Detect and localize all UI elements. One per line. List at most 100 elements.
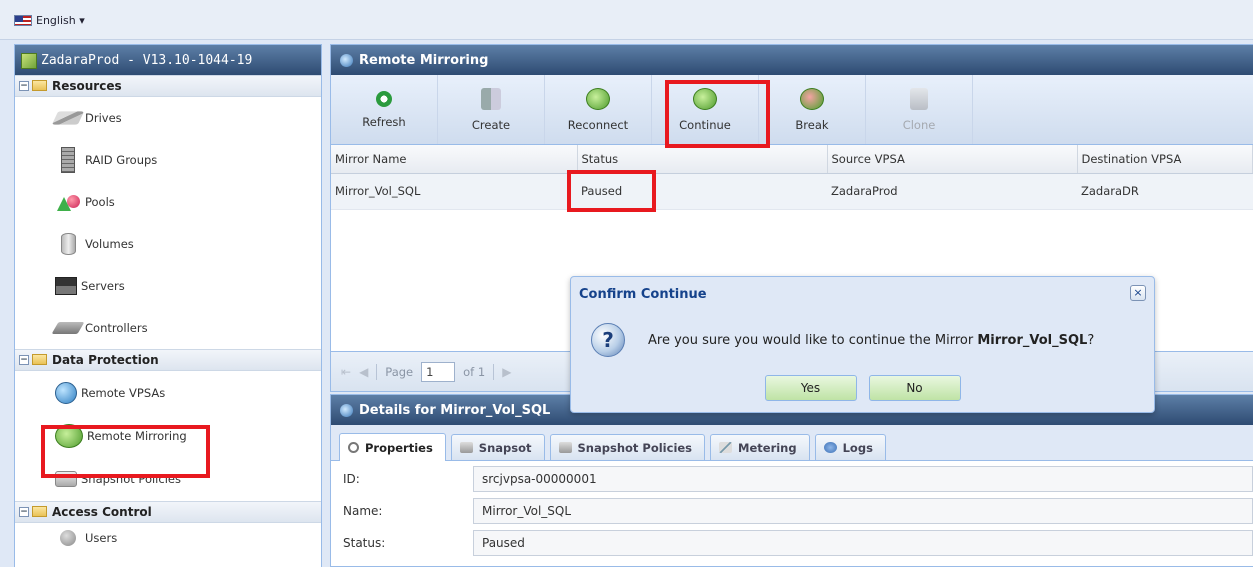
language-bar: English ▾ bbox=[0, 0, 1253, 40]
collapse-icon[interactable]: − bbox=[19, 355, 29, 365]
volume-icon bbox=[61, 233, 76, 255]
pools-icon bbox=[55, 191, 81, 213]
clone-button: Clone bbox=[866, 75, 973, 144]
server-icon bbox=[55, 277, 77, 295]
confirm-dialog: Confirm Continue × ? Are you sure you wo… bbox=[570, 276, 1155, 413]
no-button[interactable]: No bbox=[868, 375, 961, 401]
section-resources[interactable]: − Resources bbox=[15, 75, 321, 97]
divider bbox=[493, 363, 495, 380]
page-count: of 1 bbox=[463, 364, 486, 379]
collapse-icon[interactable]: − bbox=[19, 507, 29, 517]
column-header-mirror-name[interactable]: Mirror Name bbox=[331, 145, 578, 174]
refresh-icon bbox=[376, 90, 392, 107]
table-row[interactable]: Mirror_Vol_SQL Paused ZadaraProd ZadaraD… bbox=[331, 173, 1253, 210]
dialog-buttons: Yes No bbox=[571, 375, 1154, 401]
mirror-icon bbox=[55, 424, 83, 448]
collapse-icon[interactable]: − bbox=[19, 81, 29, 91]
tab-snapshot-policies[interactable]: Snapshot Policies bbox=[549, 434, 706, 460]
tab-label: Snapshot Policies bbox=[577, 440, 693, 455]
camera-icon bbox=[55, 471, 77, 487]
sidebar-item-label: Snapshot Policies bbox=[81, 472, 181, 486]
language-selector[interactable]: English ▾ bbox=[14, 14, 85, 27]
details-panel: Details for Mirror_Vol_SQL Properties Sn… bbox=[330, 394, 1253, 567]
break-button[interactable]: Break bbox=[759, 75, 866, 144]
sidebar-item-label: Pools bbox=[85, 195, 115, 209]
language-label: English ▾ bbox=[36, 14, 85, 27]
sidebar-item-label: Remote Mirroring bbox=[87, 429, 187, 443]
controller-icon bbox=[51, 322, 85, 334]
sidebar-item-volumes[interactable]: Volumes bbox=[15, 223, 321, 265]
column-header-source-vpsa[interactable]: Source VPSA bbox=[827, 145, 1078, 174]
dialog-message: Are you sure you would like to continue … bbox=[648, 333, 1094, 348]
tab-properties[interactable]: Properties bbox=[339, 433, 446, 461]
button-label: Create bbox=[471, 117, 511, 132]
button-label: Break bbox=[795, 117, 829, 132]
sidebar-item-drives[interactable]: Drives bbox=[15, 97, 321, 139]
info-icon bbox=[823, 442, 837, 453]
field-value-id: srcjvpsa-00000001 bbox=[473, 466, 1253, 492]
break-icon bbox=[800, 87, 824, 110]
dialog-title: Confirm Continue bbox=[579, 286, 707, 302]
message-text: Are you sure you would like to continue … bbox=[648, 332, 978, 348]
field-value-name: Mirror_Vol_SQL bbox=[473, 498, 1253, 524]
sidebar-item-snapshot-policies[interactable]: Snapshot Policies bbox=[15, 457, 321, 501]
first-page-icon[interactable]: ⇤ bbox=[341, 365, 351, 379]
field-row-id: ID: srcjvpsa-00000001 bbox=[343, 465, 1253, 493]
folder-icon bbox=[32, 79, 47, 91]
sidebar-item-servers[interactable]: Servers bbox=[15, 265, 321, 307]
reconnect-button[interactable]: Reconnect bbox=[545, 75, 652, 144]
sidebar-item-pools[interactable]: Pools bbox=[15, 181, 321, 223]
search-icon bbox=[348, 442, 359, 453]
button-label: Reconnect bbox=[567, 117, 629, 132]
sidebar-item-label: Users bbox=[85, 531, 118, 545]
field-value-status: Paused bbox=[473, 530, 1253, 556]
raid-group-icon bbox=[61, 147, 75, 173]
next-page-icon[interactable]: ▶ bbox=[502, 365, 511, 379]
sidebar-item-controllers[interactable]: Controllers bbox=[15, 307, 321, 349]
continue-button[interactable]: Continue bbox=[652, 75, 759, 144]
message-mirror-name: Mirror_Vol_SQL bbox=[977, 332, 1088, 348]
clone-icon bbox=[910, 87, 928, 110]
question-icon: ? bbox=[591, 323, 625, 357]
sidebar-item-raid-groups[interactable]: RAID Groups bbox=[15, 139, 321, 181]
divider bbox=[376, 363, 378, 380]
sidebar-item-label: Controllers bbox=[85, 321, 148, 335]
tab-snapshot[interactable]: Snapsot bbox=[450, 434, 545, 460]
tab-metering[interactable]: Metering bbox=[710, 434, 810, 460]
section-data-protection[interactable]: − Data Protection bbox=[15, 349, 321, 371]
field-row-status: Status: Paused bbox=[343, 529, 1253, 557]
panel-title: Remote Mirroring bbox=[331, 45, 1253, 75]
cell-mirror-name: Mirror_Vol_SQL bbox=[331, 173, 577, 210]
button-label: Clone bbox=[902, 117, 936, 132]
cell-status: Paused bbox=[577, 173, 827, 210]
tab-logs[interactable]: Logs bbox=[814, 434, 886, 460]
continue-icon bbox=[693, 87, 717, 110]
column-header-destination-vpsa[interactable]: Destination VPSA bbox=[1077, 145, 1253, 174]
create-button[interactable]: Create bbox=[438, 75, 545, 144]
sidebar-item-users[interactable]: Users bbox=[15, 523, 321, 553]
sidebar-item-label: Volumes bbox=[85, 237, 134, 251]
close-icon[interactable]: × bbox=[1130, 285, 1146, 301]
sidebar-title: ZadaraProd - V13.10-1044-19 bbox=[15, 45, 321, 75]
section-access-control[interactable]: − Access Control bbox=[15, 501, 321, 523]
page-input[interactable] bbox=[421, 361, 456, 382]
folder-icon bbox=[32, 353, 47, 365]
yes-button[interactable]: Yes bbox=[764, 375, 857, 401]
cell-destination-vpsa: ZadaraDR bbox=[1077, 173, 1253, 210]
sidebar-item-remote-mirroring[interactable]: Remote Mirroring bbox=[15, 415, 321, 457]
tab-label: Logs bbox=[842, 440, 873, 455]
button-label: Refresh bbox=[362, 114, 406, 129]
prev-page-icon[interactable]: ◀ bbox=[359, 365, 368, 379]
refresh-button[interactable]: Refresh bbox=[331, 75, 438, 144]
button-label: Continue bbox=[679, 117, 731, 132]
globe-icon bbox=[55, 382, 77, 404]
page-label: Page bbox=[385, 364, 414, 379]
tab-label: Metering bbox=[738, 440, 797, 455]
field-row-name: Name: Mirror_Vol_SQL bbox=[343, 497, 1253, 525]
sidebar-item-label: RAID Groups bbox=[85, 153, 158, 167]
toolbar: Refresh Create Reconnect Continue Break … bbox=[331, 75, 1253, 145]
section-label: Data Protection bbox=[52, 353, 159, 367]
column-header-status[interactable]: Status bbox=[577, 145, 828, 174]
tab-label: Properties bbox=[365, 440, 433, 455]
sidebar-item-remote-vpsas[interactable]: Remote VPSAs bbox=[15, 371, 321, 415]
